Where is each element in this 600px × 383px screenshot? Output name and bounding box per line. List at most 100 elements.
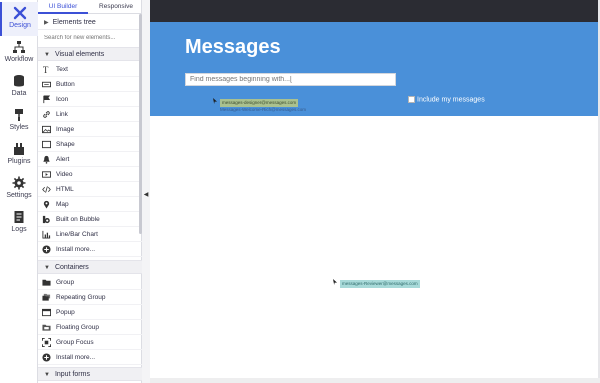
element-item-text[interactable]: T Text [38,62,142,77]
plus-circle-icon [42,353,51,362]
rail-label: Logs [11,226,27,233]
tab-ui-builder[interactable]: UI Builder [38,0,88,14]
section-containers[interactable]: ▼ Containers [38,260,142,274]
rail-label: Data [11,90,27,97]
element-item-icon[interactable]: Icon [38,92,142,107]
message-reviewer-chip[interactable]: messages-Reviewer@messages.com [340,280,420,288]
chart-icon [42,230,51,239]
workflow-icon [13,41,25,53]
messages-header[interactable]: Messages messages-designer@messages.com … [150,22,600,116]
button-icon [42,81,51,88]
code-icon [42,186,51,193]
element-item-image[interactable]: Image [38,122,142,137]
element-item-popup[interactable]: Popup [38,305,142,320]
rail-label: Plugins [7,158,31,165]
group-focus-icon [42,338,51,347]
element-item-built-on-bubble[interactable]: Built on Bubble [38,212,142,227]
rail-workflow[interactable]: Workflow [0,36,38,70]
element-item-alert[interactable]: Alert [38,152,142,167]
page-canvas: Messages messages-designer@messages.com … [150,0,600,383]
element-item-label: Floating Group [56,324,99,331]
section-label: Containers [54,264,89,271]
rail-label: Styles [9,124,29,131]
element-item-group[interactable]: Group [38,275,142,290]
messages-search-input[interactable] [185,73,396,86]
shape-icon [42,140,51,149]
page-title[interactable]: Messages [185,36,281,59]
element-item-label: Text [56,66,68,73]
app-root: Design Workflow Data Styles Plugins Sett… [0,0,600,383]
rail-data[interactable]: Data [0,70,38,104]
element-item-shape[interactable]: Shape [38,137,142,152]
chevron-down-icon: ▼ [44,265,50,271]
elements-tree-toggle[interactable]: ▶ Elements tree [38,16,142,30]
section-visual-elements[interactable]: ▼ Visual elements [38,47,142,61]
section-input-forms[interactable]: ▼ Input forms [38,367,142,381]
tab-responsive[interactable]: Responsive [90,0,142,14]
element-item-label: Install more... [56,354,96,361]
rail-label: Workflow [4,56,34,63]
cursor-icon [333,279,337,285]
chevron-down-icon: ▼ [44,52,50,58]
element-item-video[interactable]: Video [38,167,142,182]
rail-logs[interactable]: Logs [0,206,38,240]
element-item-group-focus[interactable]: Group Focus [38,335,142,350]
element-item-label: Group [56,279,75,286]
rail-settings[interactable]: Settings [0,172,38,206]
video-icon [42,171,51,178]
include-my-messages-toggle[interactable]: Include my messages [408,96,485,104]
element-item-button[interactable]: Button [38,77,142,92]
map-pin-icon [43,200,50,209]
panel-scrollbar[interactable] [139,14,142,234]
chevron-down-icon: ▼ [44,372,50,378]
message-sender-chip[interactable]: messages-designer@messages.com [220,99,299,107]
element-search-input[interactable] [42,32,138,44]
data-icon [14,75,24,87]
element-item-install-more-containers[interactable]: Install more... [38,350,142,365]
canvas-bottom-edge [150,378,600,383]
rail-plugins[interactable]: Plugins [0,138,38,172]
include-messages-label: Include my messages [417,96,485,104]
element-item-label: Icon [56,96,69,103]
element-item-html[interactable]: HTML [38,182,142,197]
collapse-panel-handle[interactable]: ◀ [143,190,149,200]
element-item-label: Image [56,126,75,133]
element-item-label: Map [56,201,69,208]
text-icon: T [43,65,49,74]
elements-tree-label: Elements tree [52,19,96,26]
link-icon [43,111,50,118]
section-label: Input forms [54,371,90,378]
element-item-label: Video [56,171,73,178]
element-item-label: Button [56,81,75,88]
settings-icon [12,176,26,190]
element-item-label: Install more... [56,246,96,253]
canvas-top-bar [150,0,600,22]
element-item-line-bar-chart[interactable]: Line/Bar Chart [38,227,142,242]
svg-text:T: T [43,65,49,74]
popup-icon [42,308,51,317]
element-item-label: Repeating Group [56,294,106,301]
element-item-link[interactable]: Link [38,107,142,122]
bubble-icon [42,215,50,224]
folder-icon [42,279,51,286]
element-item-label: Shape [56,141,75,148]
left-rail: Design Workflow Data Styles Plugins Sett… [0,0,38,383]
cursor-icon [213,98,217,104]
element-item-install-more-visual[interactable]: Install more... [38,242,142,257]
bell-icon [43,155,50,164]
chevron-left-icon: ◀ [143,192,149,198]
section-label: Visual elements [54,51,105,58]
element-item-repeating-group[interactable]: Repeating Group [38,290,142,305]
rail-design[interactable]: Design [0,2,38,36]
plus-circle-icon [42,245,51,254]
flag-icon [43,95,51,104]
element-item-floating-group[interactable]: Floating Group [38,320,142,335]
element-item-map[interactable]: Map [38,197,142,212]
elements-panel: UI Builder Responsive ▶Elements tree ▼ Vi… [38,0,142,383]
rail-styles[interactable]: Styles [0,104,38,138]
floating-group-icon [42,324,51,331]
rail-label: Design [9,22,31,29]
chevron-right-icon: ▶ [44,20,49,26]
design-icon [13,6,27,20]
include-messages-checkbox[interactable] [408,96,415,103]
